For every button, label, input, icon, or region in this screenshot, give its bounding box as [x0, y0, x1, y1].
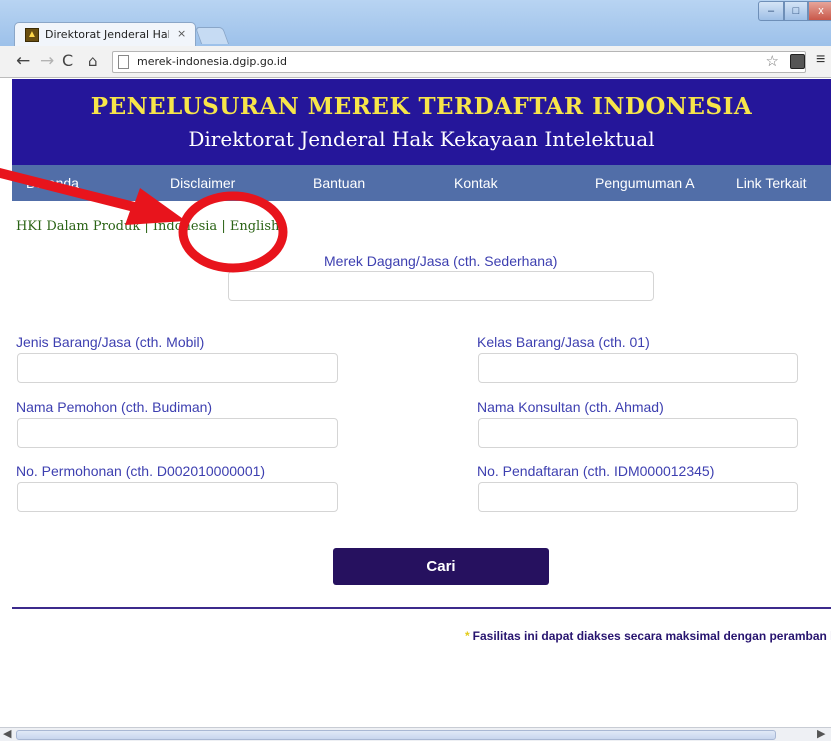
pendaftaran-label: No. Pendaftaran (cth. IDM000012345) [477, 463, 715, 479]
site-subtitle: Direktorat Jenderal Hak Kekayaan Intelek… [188, 127, 655, 151]
konsultan-input[interactable] [478, 418, 798, 448]
nav-item-link-terkait[interactable]: Link Terkait [736, 175, 807, 191]
search-button[interactable]: Cari [333, 548, 549, 585]
home-icon[interactable]: ⌂ [88, 52, 98, 70]
site-favicon-icon: ▲ [25, 28, 39, 42]
back-arrow-icon[interactable]: ← [16, 51, 30, 71]
new-tab-button[interactable] [194, 27, 230, 44]
tab-title: Direktorat Jenderal Hak Ke [45, 28, 169, 41]
footer-note: * Fasilitas ini dapat diakses secara maks… [465, 629, 831, 643]
language-links: HKI Dalam Produk | Indonesia | English [16, 219, 279, 234]
link-indonesia[interactable]: Indonesia [153, 219, 217, 234]
separator: | [140, 219, 153, 234]
forward-arrow-icon[interactable]: → [40, 51, 54, 71]
jenis-label: Jenis Barang/Jasa (cth. Mobil) [16, 334, 205, 350]
nav-item-pengumuman[interactable]: Pengumuman A [595, 175, 695, 191]
footnote-asterisk: * [465, 629, 470, 643]
pemohon-input[interactable] [17, 418, 338, 448]
jenis-input[interactable] [17, 353, 338, 383]
permohonan-input[interactable] [17, 482, 338, 512]
title-bar: ▲ Direktorat Jenderal Hak Ke × – □ x [0, 0, 831, 46]
window-close-button[interactable]: x [808, 1, 831, 21]
tab-close-icon[interactable]: × [177, 27, 186, 40]
pemohon-label: Nama Pemohon (cth. Budiman) [16, 399, 213, 415]
address-bar[interactable]: merek-indonesia.dgip.go.id ☆ [112, 51, 806, 73]
extension-icon[interactable] [790, 54, 805, 69]
url-text: merek-indonesia.dgip.go.id [137, 55, 287, 68]
menu-icon[interactable]: ≡ [816, 51, 825, 69]
kelas-label: Kelas Barang/Jasa (cth. 01) [477, 334, 650, 350]
bookmark-star-icon[interactable]: ☆ [766, 52, 779, 70]
window-maximize-button[interactable]: □ [784, 1, 808, 21]
nav-item-bantuan[interactable]: Bantuan [313, 175, 365, 191]
main-navbar: Beranda Disclaimer Bantuan Kontak Pengum… [12, 165, 831, 201]
site-header-banner: PENELUSURAN MEREK TERDAFTAR INDONESIA Di… [12, 79, 831, 165]
reload-icon[interactable]: C [62, 51, 73, 70]
footnote-text: Fasilitas ini dapat diakses secara maksi… [472, 629, 831, 643]
page-left-margin [0, 78, 12, 728]
divider [12, 607, 831, 609]
browser-window: ▲ Direktorat Jenderal Hak Ke × – □ x ← →… [0, 0, 831, 741]
horizontal-scrollbar[interactable]: ◀ ▶ [0, 727, 831, 741]
link-hki-dalam-produk[interactable]: HKI Dalam Produk [16, 219, 140, 234]
browser-toolbar: ← → C ⌂ merek-indonesia.dgip.go.id ☆ ≡ [0, 46, 831, 78]
window-minimize-button[interactable]: – [758, 1, 784, 21]
separator: | [217, 219, 230, 234]
scroll-right-icon[interactable]: ▶ [817, 727, 825, 740]
merek-input[interactable] [228, 271, 654, 301]
site-title: PENELUSURAN MEREK TERDAFTAR INDONESIA [90, 93, 753, 120]
kelas-input[interactable] [478, 353, 798, 383]
scroll-left-icon[interactable]: ◀ [3, 727, 11, 740]
konsultan-label: Nama Konsultan (cth. Ahmad) [477, 399, 664, 415]
nav-item-disclaimer[interactable]: Disclaimer [170, 175, 235, 191]
nav-item-kontak[interactable]: Kontak [454, 175, 498, 191]
scrollbar-thumb[interactable] [16, 730, 776, 740]
nav-item-beranda[interactable]: Beranda [26, 175, 79, 191]
page-icon [118, 55, 129, 69]
browser-tab[interactable]: ▲ Direktorat Jenderal Hak Ke × [14, 22, 196, 46]
merek-label: Merek Dagang/Jasa (cth. Sederhana) [324, 253, 558, 269]
link-english[interactable]: English [230, 219, 280, 234]
pendaftaran-input[interactable] [478, 482, 798, 512]
permohonan-label: No. Permohonan (cth. D002010000001) [16, 463, 266, 479]
